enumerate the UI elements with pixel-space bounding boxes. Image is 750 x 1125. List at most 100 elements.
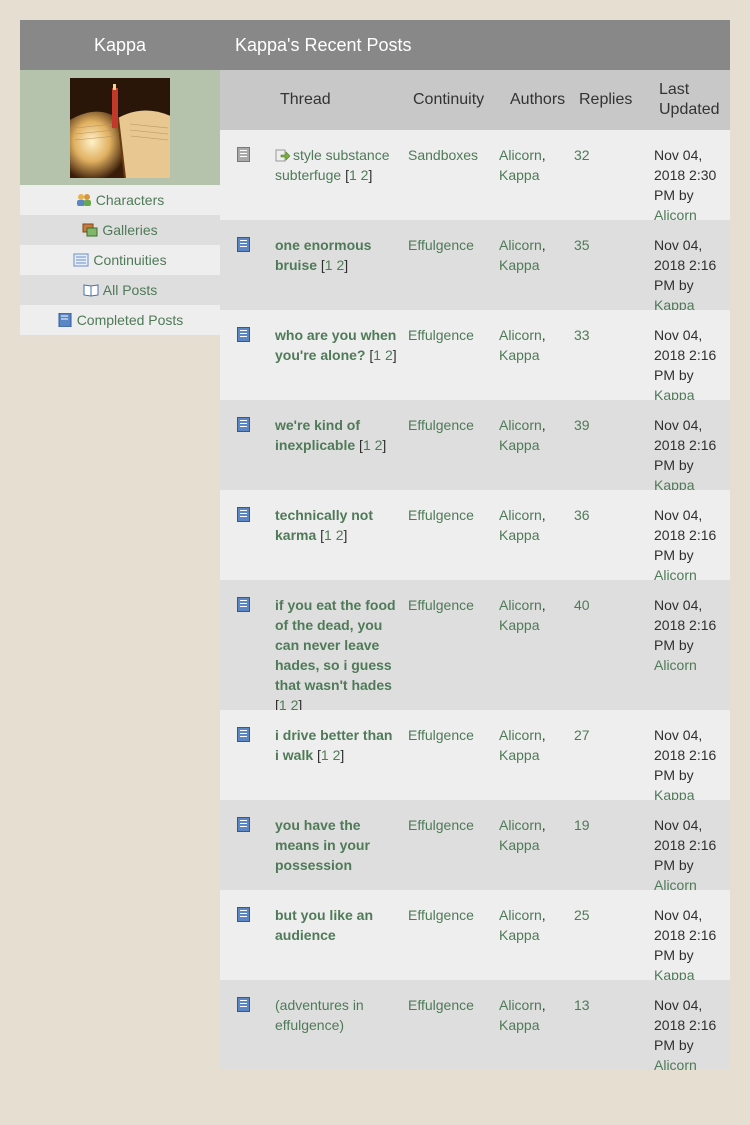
table-row: (adventures in effulgence) Effulgence Alic… xyxy=(220,980,730,1073)
avatar[interactable] xyxy=(70,77,170,178)
continuity-link[interactable]: Effulgence xyxy=(408,325,493,345)
continuity-link[interactable]: Effulgence xyxy=(408,235,493,255)
table-row: one enormous bruise [1 2] Effulgence Alico… xyxy=(220,220,730,313)
authors-cell: Alicorn, Kappa xyxy=(499,907,546,943)
replies-link[interactable]: 13 xyxy=(574,995,614,1015)
author-link[interactable]: Alicorn xyxy=(499,417,542,433)
replies-link[interactable]: 32 xyxy=(574,145,614,165)
author-link[interactable]: Kappa xyxy=(499,437,539,453)
thread-title-link[interactable]: (adventures in effulgence) xyxy=(275,997,364,1033)
thread-cell: if you eat the food of the dead, you can… xyxy=(275,595,400,715)
author-link[interactable]: Alicorn xyxy=(499,327,542,343)
page-link[interactable]: 2 xyxy=(336,257,344,273)
post-status-icon xyxy=(237,997,250,1017)
author-link[interactable]: Kappa xyxy=(499,1017,539,1033)
page-links: [1 2] xyxy=(369,347,397,363)
replies-link[interactable]: 27 xyxy=(574,725,614,745)
page-link[interactable]: 1 xyxy=(321,747,329,763)
replies-link[interactable]: 39 xyxy=(574,415,614,435)
sidebar-title: Kappa xyxy=(20,20,220,70)
last-updated-author-link[interactable]: Alicorn xyxy=(654,657,697,673)
thread-title-link[interactable]: if you eat the food of the dead, you can… xyxy=(275,597,396,693)
post-status-icon xyxy=(237,597,250,617)
page-links: [1 2] xyxy=(317,747,345,763)
page-link[interactable]: 1 xyxy=(349,167,357,183)
continuity-link[interactable]: Effulgence xyxy=(408,815,493,835)
completed-posts-icon xyxy=(58,313,72,328)
unread-arrow-icon[interactable] xyxy=(275,149,290,162)
page-links: [1 2] xyxy=(345,167,373,183)
continuity-link[interactable]: Sandboxes xyxy=(408,145,493,165)
book-icon xyxy=(237,597,250,612)
replies-link[interactable]: 40 xyxy=(574,595,614,615)
page-link[interactable]: 1 xyxy=(325,257,333,273)
continuity-link[interactable]: Effulgence xyxy=(408,415,493,435)
book-icon xyxy=(237,907,250,922)
author-link[interactable]: Kappa xyxy=(499,617,539,633)
author-link[interactable]: Kappa xyxy=(499,747,539,763)
sidebar-item-continuities[interactable]: Continuities xyxy=(20,245,220,275)
author-link[interactable]: Kappa xyxy=(499,927,539,943)
last-updated-date: Nov 04, 2018 2:16 PM by xyxy=(654,727,717,783)
author-link[interactable]: Kappa xyxy=(499,167,539,183)
page-link[interactable]: 1 xyxy=(324,527,332,543)
recent-posts-panel: Kappa's Recent Posts Thread Continuity A… xyxy=(220,20,730,1073)
last-updated-cell: Nov 04, 2018 2:16 PM by Alicorn xyxy=(654,815,726,895)
page-link[interactable]: 2 xyxy=(385,347,393,363)
replies-link[interactable]: 36 xyxy=(574,505,614,525)
authors-cell: Alicorn, Kappa xyxy=(499,327,546,363)
continuity-link[interactable]: Effulgence xyxy=(408,725,493,745)
sidebar-item-all-posts[interactable]: All Posts xyxy=(20,275,220,305)
authors-cell: Alicorn, Kappa xyxy=(499,147,546,183)
last-updated-date: Nov 04, 2018 2:16 PM by xyxy=(654,597,717,653)
replies-link[interactable]: 25 xyxy=(574,905,614,925)
page-link[interactable]: 1 xyxy=(373,347,381,363)
page-link[interactable]: 2 xyxy=(375,437,383,453)
author-link[interactable]: Kappa xyxy=(499,837,539,853)
author-link[interactable]: Alicorn xyxy=(499,907,542,923)
sidebar-item-completed-posts[interactable]: Completed Posts xyxy=(20,305,220,335)
replies-link[interactable]: 19 xyxy=(574,815,614,835)
thread-cell: (adventures in effulgence) xyxy=(275,995,400,1035)
last-updated-author-link[interactable]: Alicorn xyxy=(654,1057,697,1073)
last-updated-cell: Nov 04, 2018 2:16 PM by Kappa xyxy=(654,235,726,315)
author-link[interactable]: Alicorn xyxy=(499,727,542,743)
page-link[interactable]: 2 xyxy=(361,167,369,183)
post-status-icon xyxy=(237,147,250,167)
thread-cell: technically not karma [1 2] xyxy=(275,505,400,545)
author-link[interactable]: Alicorn xyxy=(499,997,542,1013)
author-link[interactable]: Kappa xyxy=(499,347,539,363)
author-link[interactable]: Alicorn xyxy=(499,237,542,253)
continuity-link[interactable]: Effulgence xyxy=(408,905,493,925)
last-updated-cell: Nov 04, 2018 2:16 PM by Alicorn xyxy=(654,595,726,675)
replies-link[interactable]: 33 xyxy=(574,325,614,345)
table-row: if you eat the food of the dead, you can… xyxy=(220,580,730,713)
last-updated-cell: Nov 04, 2018 2:16 PM by Kappa xyxy=(654,415,726,495)
continuity-link[interactable]: Effulgence xyxy=(408,995,493,1015)
last-updated-cell: Nov 04, 2018 2:30 PM by Alicorn xyxy=(654,145,726,225)
sidebar-item-characters[interactable]: Characters xyxy=(20,185,220,215)
all-posts-icon xyxy=(83,284,99,297)
thread-title-link[interactable]: we're kind of inexplicable xyxy=(275,417,360,453)
author-link[interactable]: Alicorn xyxy=(499,507,542,523)
author-link[interactable]: Kappa xyxy=(499,527,539,543)
thread-title-link[interactable]: you have the means in your possession xyxy=(275,817,370,873)
author-link[interactable]: Alicorn xyxy=(499,597,542,613)
author-link[interactable]: Alicorn xyxy=(499,147,542,163)
authors-cell: Alicorn, Kappa xyxy=(499,417,546,453)
sidebar-item-label: Characters xyxy=(95,192,165,208)
author-link[interactable]: Kappa xyxy=(499,257,539,273)
thread-title-link[interactable]: but you like an audience xyxy=(275,907,373,943)
sidebar-item-label: Continuities xyxy=(93,252,167,268)
author-link[interactable]: Alicorn xyxy=(499,817,542,833)
post-status-icon xyxy=(237,507,250,527)
continuity-link[interactable]: Effulgence xyxy=(408,595,493,615)
page-link[interactable]: 2 xyxy=(336,527,344,543)
sidebar-item-galleries[interactable]: Galleries xyxy=(20,215,220,245)
page-link[interactable]: 2 xyxy=(333,747,341,763)
page-link[interactable]: 1 xyxy=(363,437,371,453)
replies-link[interactable]: 35 xyxy=(574,235,614,255)
galleries-icon xyxy=(82,223,98,237)
sidebar: Kappa Characters Galleries Continuities … xyxy=(20,20,220,335)
continuity-link[interactable]: Effulgence xyxy=(408,505,493,525)
